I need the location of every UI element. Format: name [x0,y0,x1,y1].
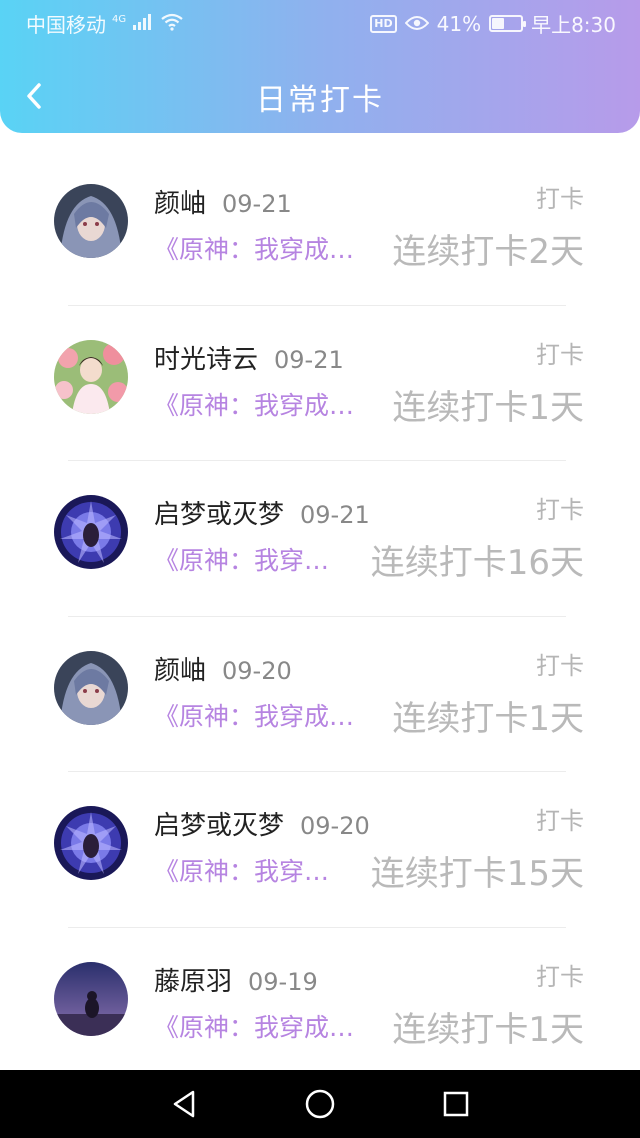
page-title: 日常打卡 [256,83,384,118]
status-bar: 中国移动 4G HD 41% 早上8:30 [0,0,640,44]
streak-text: 连续打卡1天 [392,698,584,739]
checkin-date: 09-20 [222,656,292,685]
nav-back-button[interactable] [166,1086,202,1122]
book-title-link[interactable]: 《原神：我穿成… [154,697,386,733]
user-name[interactable]: 时光诗云 [154,345,258,375]
eye-icon [404,12,429,36]
power-aura-avatar [54,806,128,880]
checkin-tag: 打卡 [536,496,584,524]
circle-home-icon [305,1089,335,1119]
checkin-date: 09-19 [248,967,318,996]
checkin-date: 09-21 [274,345,344,374]
user-name[interactable]: 启梦或灭梦 [154,811,284,841]
book-title-link[interactable]: 《原神：我穿… [154,541,365,577]
avatar[interactable] [54,650,128,725]
user-name[interactable]: 启梦或灭梦 [154,500,284,530]
checkin-tag: 打卡 [536,185,584,213]
list-item[interactable]: 颜岫 09-20 打卡《原神：我穿成… 连续打卡1天 [0,617,640,772]
avatar[interactable] [54,806,128,880]
hd-badge: HD [370,14,397,33]
battery-icon [489,15,527,32]
avatar[interactable] [54,495,128,569]
battery-percent: 41% [436,11,482,36]
user-name[interactable]: 藤原羽 [154,967,232,997]
user-name-line: 启梦或灭梦 09-20 [154,805,370,842]
avatar[interactable] [54,184,128,258]
anime-boy-avatar [54,184,128,258]
user-name[interactable]: 颜岫 [154,189,206,219]
streak-text: 连续打卡1天 [392,1009,584,1050]
clock: 早上8:30 [531,13,616,37]
checkin-tag: 打卡 [536,962,584,991]
checkin-date: 09-20 [300,812,370,840]
streak-text: 连续打卡2天 [392,232,584,272]
streak-text: 连续打卡15天 [370,854,584,894]
avatar[interactable] [54,339,128,414]
list-item[interactable]: 藤原羽 09-19 打卡《原神：我穿成… 连续打卡1天 [0,928,640,1083]
status-right: HD 41% 早上8:30 [370,9,616,38]
triangle-back-icon [173,1090,195,1118]
checkin-list: 颜岫 09-21 打卡 《原神：我穿成… 连续打卡2天 时光诗云 09-21 打卡 《原神：我穿… [0,150,640,1083]
screen: 中国移动 4G HD 41% 早上8:30 日常打卡 颜岫 09-21 打卡 《… [0,0,640,1138]
list-item[interactable]: 启梦或灭梦 09-20 打卡《原神：我穿… 连续打卡15天 [0,772,640,928]
carrier-label: 中国移动 [26,13,106,37]
user-name[interactable]: 颜岫 [154,656,206,686]
book-title-link[interactable]: 《原神：我穿成… [154,386,386,422]
user-name-line: 启梦或灭梦 09-21 [154,494,370,531]
system-nav-bar [0,1070,640,1138]
anime-boy-avatar [54,650,128,725]
header: 中国移动 4G HD 41% 早上8:30 日常打卡 [0,0,640,133]
nav-recents-button[interactable] [438,1086,474,1122]
user-name-line: 藤原羽 09-19 [154,961,318,998]
checkin-tag: 打卡 [536,807,584,835]
list-item[interactable]: 启梦或灭梦 09-21 打卡《原神：我穿… 连续打卡16天 [0,461,640,617]
square-recents-icon [443,1091,469,1117]
checkin-tag: 打卡 [536,651,584,680]
book-title-link[interactable]: 《原神：我穿… [154,852,365,888]
checkin-date: 09-21 [222,190,292,218]
checkin-tag: 打卡 [536,340,584,369]
avatar[interactable] [54,961,128,1036]
flower-girl-avatar [54,339,128,414]
book-title-link[interactable]: 《原神：我穿成… [154,230,386,266]
user-name-line: 颜岫 09-21 [154,183,292,220]
user-name-line: 颜岫 09-20 [154,650,292,687]
streak-text: 连续打卡16天 [370,543,584,583]
streak-text: 连续打卡1天 [392,387,584,428]
night-sky-avatar [54,961,128,1036]
power-aura-avatar [54,495,128,569]
nav-home-button[interactable] [302,1086,338,1122]
list-item[interactable]: 时光诗云 09-21 打卡《原神：我穿成… 连续打卡1天 [0,306,640,461]
wifi-icon [160,12,184,36]
status-left: 中国移动 4G [26,9,184,38]
list-item[interactable]: 颜岫 09-21 打卡《原神：我穿成… 连续打卡2天 [0,150,640,306]
battery-fill [492,18,505,29]
network-label: 4G [112,14,127,25]
checkin-date: 09-21 [300,501,370,529]
user-name-line: 时光诗云 09-21 [154,339,344,376]
signal-icon [132,12,154,36]
book-title-link[interactable]: 《原神：我穿成… [154,1008,386,1044]
